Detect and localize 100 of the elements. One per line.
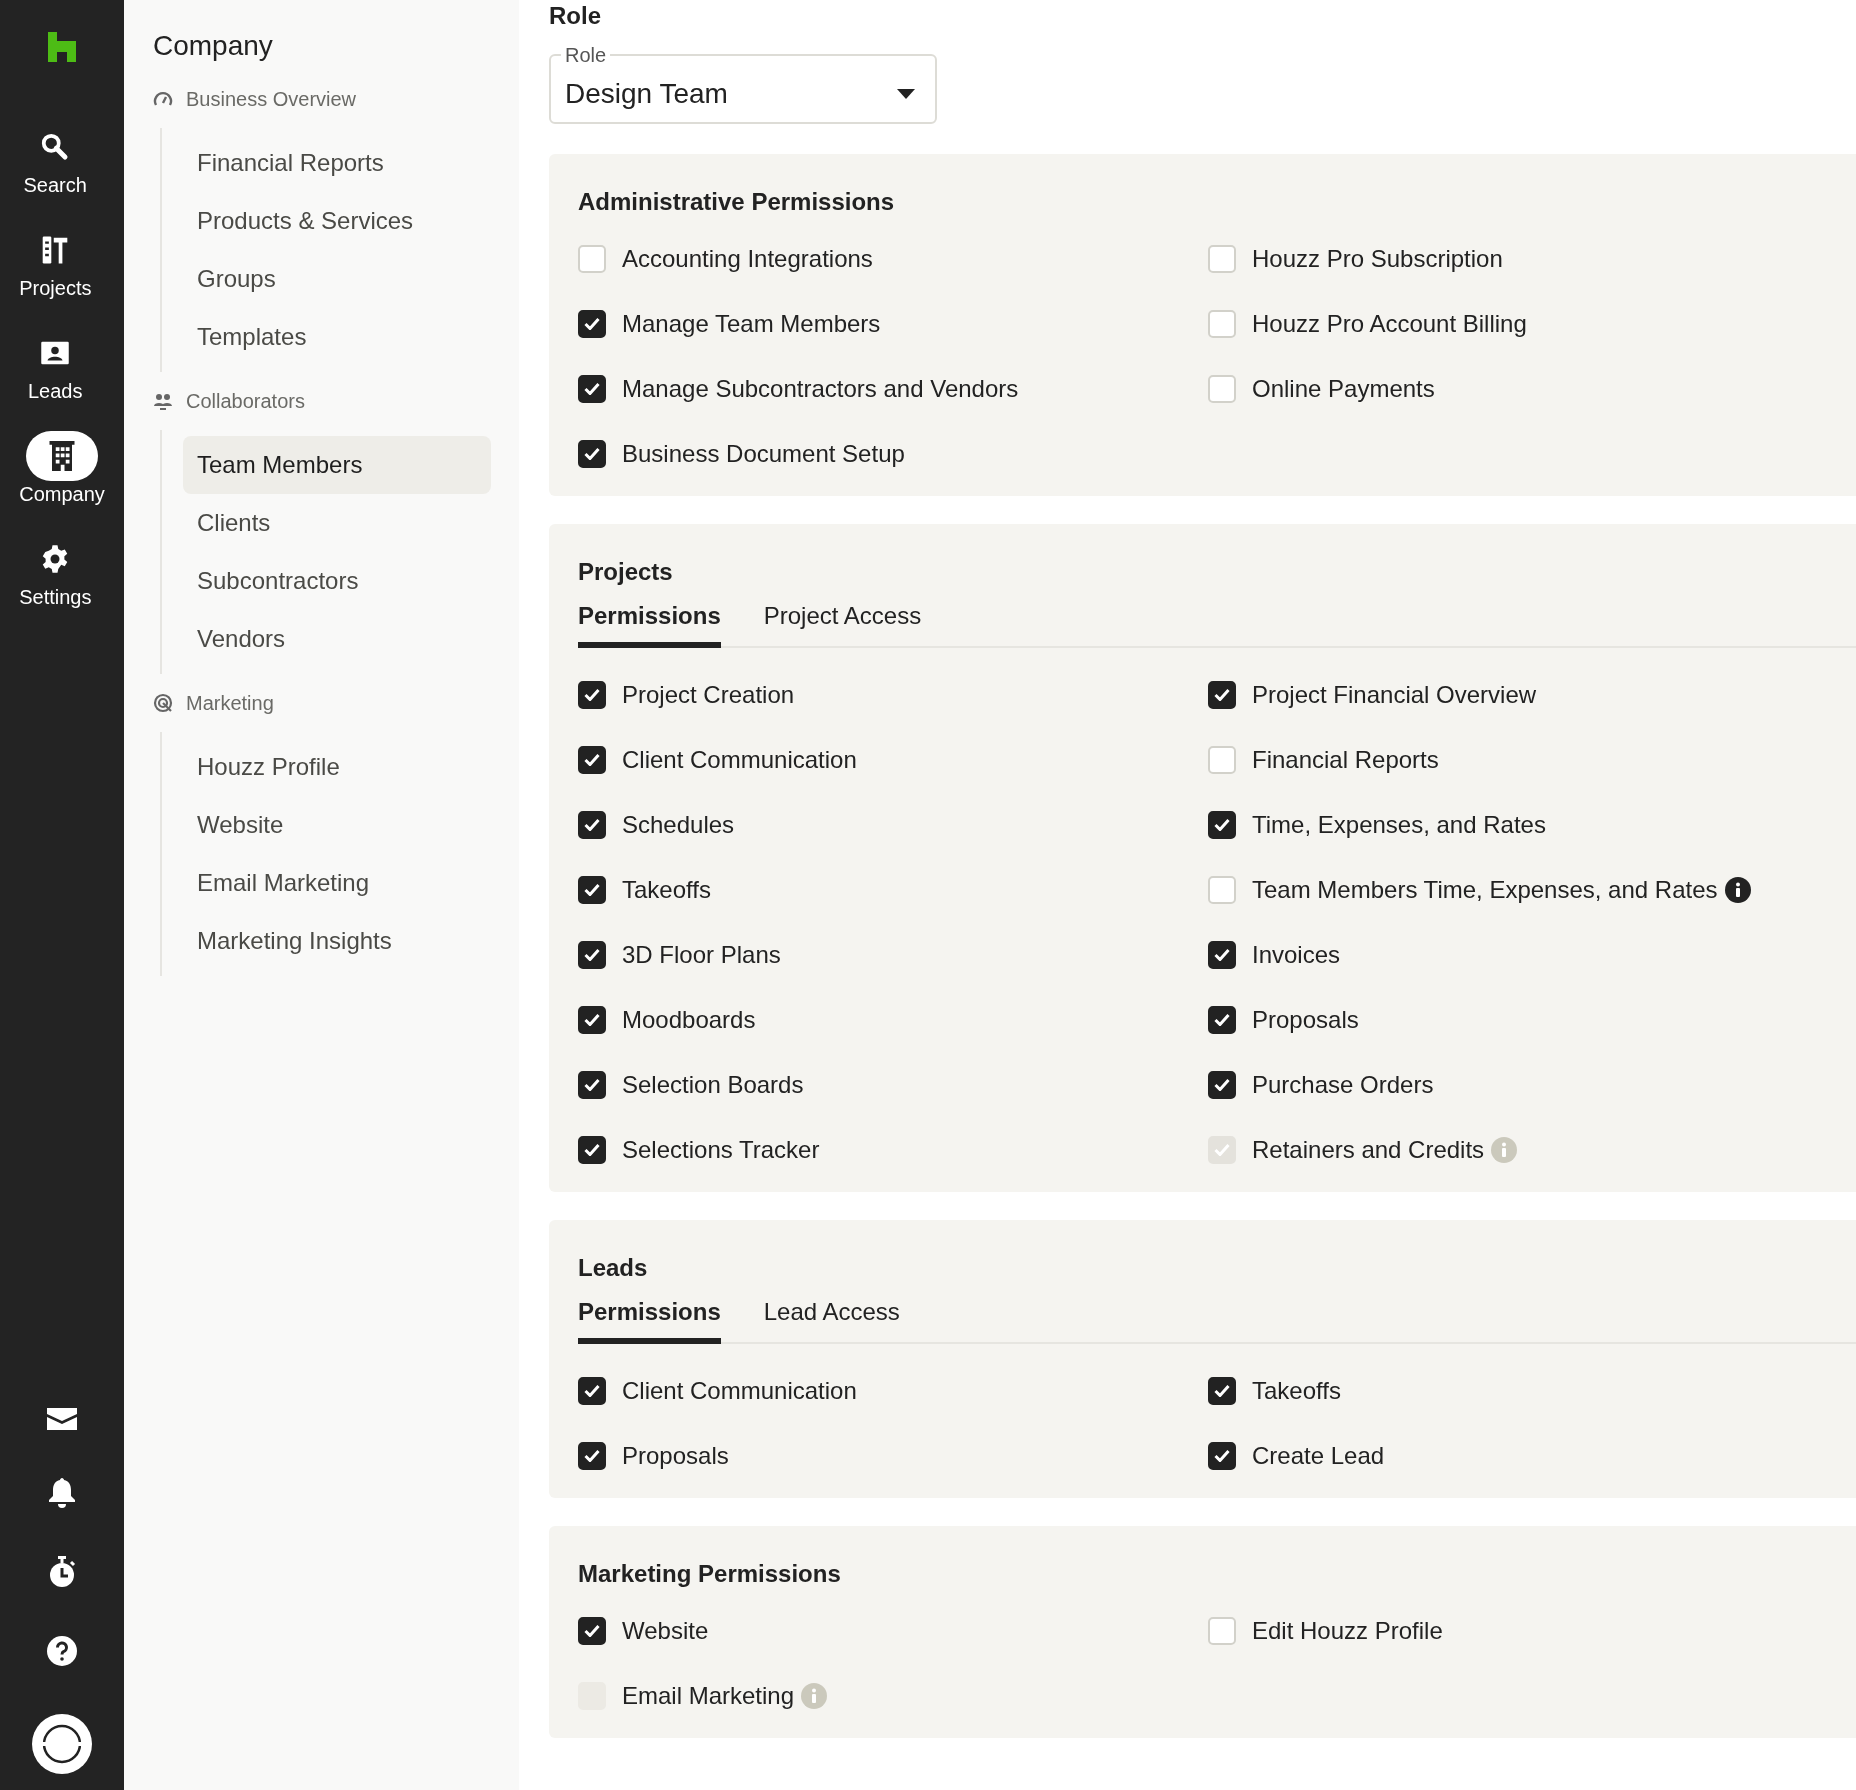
permission-label: Manage Subcontractors and Vendors [622,374,1019,403]
checkbox[interactable] [578,875,606,904]
gauge-icon [153,90,173,108]
permission-label: Houzz Pro Subscription [1252,244,1503,273]
sidebar-item[interactable]: Houzz Profile [183,738,491,796]
permission-label: Email Marketing [622,1681,795,1710]
check-icon [584,317,600,330]
sidebar-item[interactable]: Website [183,796,491,854]
check-icon [1214,1143,1230,1156]
avatar-icon[interactable] [32,1714,92,1774]
permission-label: Business Document Setup [622,439,905,468]
permission-label: Takeoffs [622,875,711,904]
permission-label: Accounting Integrations [622,244,873,273]
checkbox[interactable] [578,810,606,839]
checkbox[interactable] [1208,940,1236,969]
building-icon [49,441,75,471]
permission-label: Project Financial Overview [1252,680,1537,709]
tab[interactable]: Lead Access [763,1292,900,1344]
permission-label: Website [622,1616,709,1645]
sidebar-item[interactable]: Subcontractors [183,552,491,610]
permission-label: Selection Boards [622,1070,804,1099]
checkbox[interactable] [1208,1441,1236,1470]
role-dropdown[interactable]: Role Design Team [549,44,937,124]
permission-label: Create Lead [1252,1441,1385,1470]
section-title: Role [549,2,602,30]
sidebar-item[interactable]: Financial Reports [183,134,491,192]
tab[interactable]: Project Access [763,596,922,648]
checkbox[interactable] [578,1070,606,1099]
card-title: Administrative Permissions [578,188,896,216]
check-icon [1214,1449,1230,1462]
check-icon [584,883,600,896]
card-title: Marketing Permissions [578,1560,842,1588]
checkbox[interactable] [578,680,606,709]
check-icon [584,1143,600,1156]
sidebar-item[interactable]: Groups [183,250,491,308]
check-icon [584,818,600,831]
card-title: Leads [578,1254,649,1282]
checkbox[interactable] [578,309,606,338]
sidebar-item[interactable]: Clients [183,494,491,552]
permission-label: Selections Tracker [622,1135,820,1164]
stopwatch-icon[interactable] [48,1556,76,1588]
check-icon [1214,1013,1230,1026]
bell-icon[interactable] [48,1478,76,1508]
tab[interactable]: Permissions [578,1292,721,1344]
check-icon [584,1013,600,1026]
permission-label: Houzz Pro Account Billing [1252,309,1527,338]
permission-label: Online Payments [1252,374,1435,403]
logo-icon [48,32,76,62]
permission-label: Time, Expenses, and Rates [1252,810,1546,839]
check-icon [584,382,600,395]
info-icon[interactable] [1724,876,1751,903]
checkbox[interactable] [578,1441,606,1470]
checkbox[interactable] [1208,1376,1236,1405]
help-icon[interactable] [47,1636,77,1666]
permission-label: Proposals [1252,1005,1359,1034]
checkbox[interactable] [1208,1070,1236,1099]
checkbox[interactable] [578,1135,606,1164]
check-icon [584,1449,600,1462]
mail-icon[interactable] [47,1408,77,1430]
nav-item[interactable]: Settings [19,534,92,609]
checkbox[interactable] [578,745,606,774]
section-heading: Collaborators [186,389,305,413]
sidebar-item[interactable]: Vendors [183,610,491,668]
check-icon [584,1624,600,1637]
target-icon [153,693,173,713]
sidebar-item[interactable]: Email Marketing [183,854,491,912]
check-icon [1214,948,1230,961]
nav-item[interactable]: Leads [19,328,92,403]
permission-label: Proposals [622,1441,729,1470]
tab[interactable]: Permissions [578,596,721,648]
check-icon [1214,688,1230,701]
permission-label: Invoices [1252,940,1341,969]
checkbox[interactable] [1208,810,1236,839]
permission-label: Retainers and Credits [1252,1135,1485,1164]
check-icon [1214,1384,1230,1397]
sidebar-item[interactable]: Team Members [183,436,491,494]
sidebar-title: Company [153,30,274,62]
checkbox[interactable] [578,1376,606,1405]
permission-label: Client Communication [622,1376,857,1405]
check-icon [584,447,600,460]
checkbox[interactable] [578,1616,606,1645]
checkbox[interactable] [578,940,606,969]
sidebar-item[interactable]: Products & Services [183,192,491,250]
check-icon [584,1384,600,1397]
nav-item[interactable]: Search [19,122,92,197]
permission-label: Edit Houzz Profile [1252,1616,1443,1645]
checkbox[interactable] [578,1005,606,1034]
permission-label: 3D Floor Plans [622,940,781,969]
checkbox[interactable] [1208,680,1236,709]
sidebar-item[interactable]: Marketing Insights [183,912,491,970]
checkbox[interactable] [578,374,606,403]
permission-label: Schedules [622,810,735,839]
permission-label: Purchase Orders [1252,1070,1434,1099]
checkbox[interactable] [578,439,606,468]
card-title: Projects [578,558,674,586]
permission-label: Takeoffs [1252,1376,1341,1405]
nav-item[interactable]: Projects [19,225,92,300]
permission-label: Project Creation [622,680,795,709]
sidebar-item[interactable]: Templates [183,308,491,366]
checkbox[interactable] [1208,1005,1236,1034]
